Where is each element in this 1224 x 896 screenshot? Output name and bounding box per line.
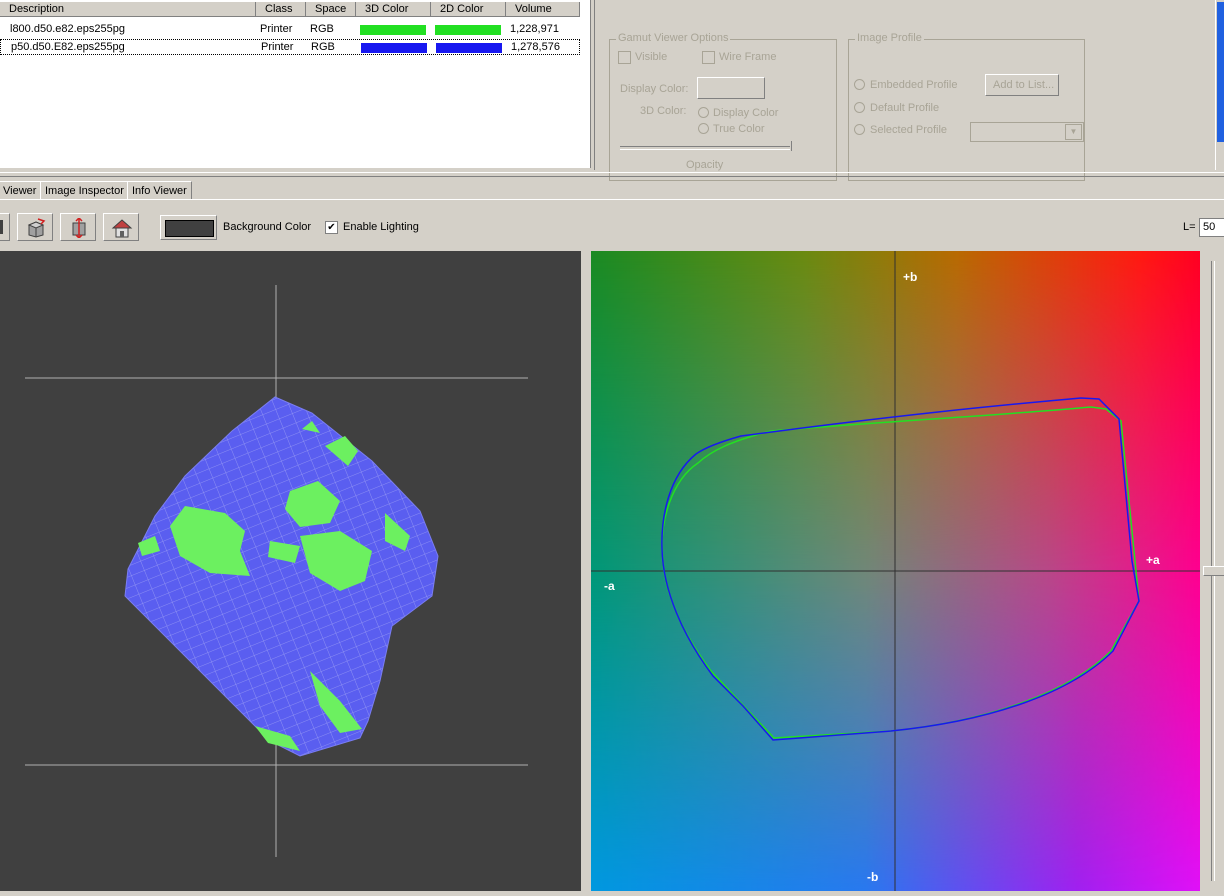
row-space: RGB [311, 41, 335, 53]
default-profile-label: Default Profile [870, 102, 940, 114]
true-color-radio-label: True Color [713, 123, 765, 135]
group-title: Gamut Viewer Options [616, 32, 731, 44]
minus-b-label: -b [867, 870, 879, 884]
col-label: Volume [515, 3, 552, 15]
selected-profile-radio[interactable] [854, 124, 865, 135]
gamut-2d-view[interactable]: +b -b +a -a [591, 251, 1200, 891]
profile-select[interactable]: ▼ [970, 122, 1084, 142]
col-class[interactable]: Class [256, 2, 306, 17]
true-color-radio[interactable] [698, 123, 709, 134]
col-label: Space [315, 3, 347, 15]
box-view-button[interactable] [17, 213, 53, 241]
selected-profile-label: Selected Profile [870, 124, 948, 136]
background-color-button[interactable] [160, 215, 217, 240]
plus-a-label: +a [1146, 553, 1160, 567]
ab-plane-plot[interactable] [591, 251, 1200, 891]
l-value-input[interactable]: 50 [1199, 218, 1224, 237]
home-icon [111, 219, 133, 238]
row-volume: 1,278,576 [511, 41, 560, 53]
tab-label: Viewer [3, 185, 37, 197]
row-space: RGB [310, 23, 334, 35]
col-2d-color[interactable]: 2D Color [431, 2, 506, 17]
row-class: Printer [261, 41, 294, 53]
enable-lighting-checkbox[interactable]: ✔ [325, 221, 338, 234]
add-to-list-button[interactable]: Add to List... [985, 74, 1059, 96]
col-space[interactable]: Space [306, 2, 356, 17]
default-profile-radio[interactable] [854, 102, 865, 113]
group-title: Image Profile [855, 32, 924, 44]
col-description[interactable]: Description [0, 2, 256, 17]
col-volume[interactable]: Volume [506, 2, 580, 17]
color-2d-swatch[interactable] [436, 43, 502, 53]
gamut-3d-render[interactable] [0, 251, 581, 891]
3d-color-label: 3D Color: [640, 105, 687, 117]
minus-a-label: -a [604, 579, 615, 593]
splitter[interactable] [0, 172, 1224, 177]
tab-label: Info Viewer [132, 185, 187, 197]
tool-icon [0, 220, 3, 234]
col-label: Class [265, 3, 293, 15]
background-color-swatch [165, 220, 214, 237]
row-description: l800.d50.e82.eps255pg [10, 23, 125, 35]
chevron-down-icon[interactable]: ▼ [1065, 124, 1082, 140]
options-scrollbar[interactable] [1215, 0, 1224, 170]
table-row[interactable]: p50.d50.E82.eps255pg Printer RGB 1,278,5… [0, 39, 580, 55]
enable-lighting-label: Enable Lighting [343, 221, 419, 233]
tab-image-inspector[interactable]: Image Inspector [40, 181, 129, 199]
visible-label: Visible [635, 51, 668, 63]
row-description: p50.d50.E82.eps255pg [11, 41, 125, 53]
display-color-radio-label: Display Color [713, 107, 779, 119]
display-color-button[interactable] [697, 77, 765, 99]
color-3d-swatch[interactable] [360, 25, 426, 35]
wire-frame-checkbox[interactable] [702, 51, 715, 64]
tab-viewer[interactable]: Viewer [0, 181, 42, 199]
table-row[interactable]: l800.d50.e82.eps255pg Printer RGB 1,228,… [0, 22, 580, 37]
display-color-radio[interactable] [698, 107, 709, 118]
tab-label: Image Inspector [45, 185, 124, 197]
gamut-viewer-options-group: Gamut Viewer Options Visible Wire Frame … [609, 32, 837, 181]
reset-view-button[interactable] [60, 213, 96, 241]
color-2d-swatch[interactable] [435, 25, 501, 35]
tab-underline [0, 199, 1224, 200]
opacity-label: Opacity [686, 159, 724, 171]
gamut-3d-view[interactable] [0, 251, 581, 891]
tab-info-viewer[interactable]: Info Viewer [127, 181, 192, 199]
col-label: 3D Color [365, 3, 409, 15]
l-label: L= [1183, 221, 1196, 233]
row-class: Printer [260, 23, 293, 35]
col-label: Description [9, 3, 65, 15]
col-label: 2D Color [440, 3, 484, 15]
add-to-list-label: Add to List... [993, 79, 1055, 91]
opacity-slider-thumb[interactable] [788, 141, 792, 151]
l-slider-thumb[interactable] [1203, 566, 1224, 576]
embedded-profile-label: Embedded Profile [870, 79, 958, 91]
background-color-label: Background Color [223, 221, 312, 233]
rotate-tool-button[interactable] [0, 213, 10, 241]
l-slider[interactable] [1201, 251, 1224, 891]
embedded-profile-radio[interactable] [854, 79, 865, 90]
visible-checkbox[interactable] [618, 51, 631, 64]
view-splitter[interactable] [581, 251, 591, 891]
plus-b-label: +b [903, 270, 918, 284]
home-view-button[interactable] [103, 213, 139, 241]
opacity-slider[interactable] [620, 146, 790, 150]
wire-frame-label: Wire Frame [719, 51, 777, 63]
scrollbar-thumb[interactable] [1217, 2, 1224, 142]
options-panel: Gamut Viewer Options Visible Wire Frame … [594, 0, 1217, 181]
col-3d-color[interactable]: 3D Color [356, 2, 431, 17]
color-3d-swatch[interactable] [361, 43, 427, 53]
profile-list[interactable]: Description Class Space 3D Color 2D Colo… [0, 0, 591, 168]
flip-icon [72, 218, 86, 238]
display-color-label: Display Color: [620, 83, 689, 95]
cube-icon [27, 218, 46, 238]
image-profile-group: Image Profile Embedded Profile Add to Li… [848, 32, 1085, 181]
row-volume: 1,228,971 [510, 23, 559, 35]
